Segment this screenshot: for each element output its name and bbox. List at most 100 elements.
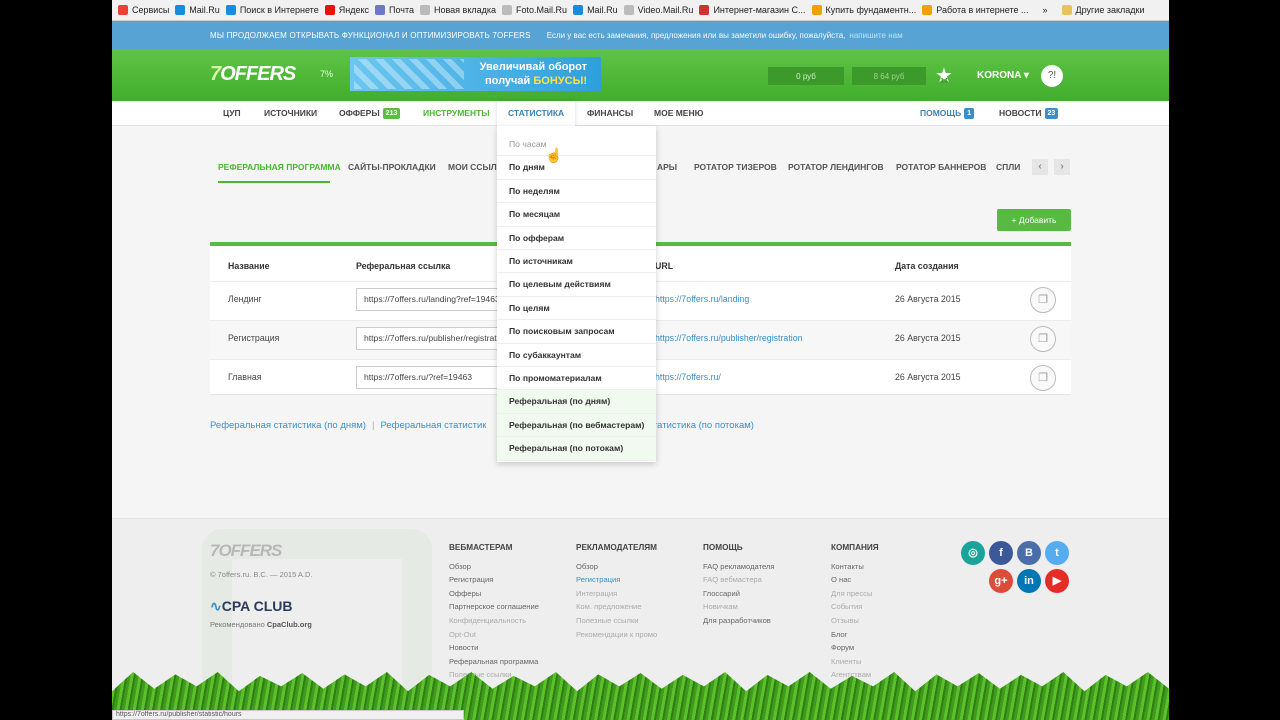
add-button[interactable]: + Добавить bbox=[997, 209, 1071, 231]
notice-link[interactable]: напишите нам bbox=[849, 31, 902, 40]
tab-my-links[interactable]: МОИ ССЫЛК bbox=[448, 162, 502, 172]
footer-link[interactable]: Блог bbox=[831, 628, 879, 642]
bookmark-item[interactable]: Новая вкладка bbox=[419, 5, 496, 15]
cpaclub-logo[interactable]: ∿CPA CLUB bbox=[210, 598, 293, 615]
copy-icon[interactable]: ❐ bbox=[1030, 287, 1056, 313]
linkedin-icon[interactable]: in bbox=[1017, 569, 1041, 593]
footer-link[interactable]: Клиенты bbox=[831, 655, 879, 669]
referral-link-field[interactable]: https://7offers.ru/publisher/registratio… bbox=[356, 327, 506, 350]
stat-menu-item[interactable]: По поисковым запросам bbox=[497, 320, 656, 344]
nav-item-tools[interactable]: ИНСТРУМЕНТЫ bbox=[423, 101, 490, 126]
nav-item-finance[interactable]: ФИНАНСЫ bbox=[587, 101, 633, 126]
bookmark-item[interactable]: Video.Mail.Ru bbox=[623, 5, 693, 15]
footer-link[interactable]: FAQ вебмастера bbox=[703, 573, 774, 587]
bookmarks-more-icon[interactable]: » bbox=[1043, 5, 1048, 15]
user-menu[interactable]: KORONA ▾ bbox=[977, 70, 1029, 81]
footer-link[interactable]: Реферальная программа bbox=[449, 655, 539, 669]
stat-menu-item[interactable]: По субаккаунтам bbox=[497, 344, 656, 367]
tab-banner-rotator[interactable]: РОТАТОР БАННЕРОВ bbox=[896, 162, 986, 172]
footer-link[interactable]: Opt-Out bbox=[449, 628, 539, 642]
tab-partial[interactable]: АРЫ bbox=[657, 162, 677, 172]
footer-link[interactable]: Обзор bbox=[576, 560, 657, 574]
stat-menu-item[interactable]: По дням bbox=[497, 156, 656, 180]
footer-link[interactable]: О нас bbox=[831, 573, 879, 587]
tab-landing-sites[interactable]: САЙТЫ-ПРОКЛАДКИ bbox=[348, 162, 436, 172]
footer-link[interactable]: Для прессы bbox=[831, 587, 879, 601]
stat-menu-item[interactable]: По офферам bbox=[497, 227, 656, 250]
footer-link[interactable]: Обзор bbox=[449, 560, 539, 574]
footer-link[interactable]: Новичкам bbox=[703, 600, 774, 614]
nav-item-my-menu[interactable]: МОЕ МЕНЮ bbox=[654, 101, 703, 126]
site-logo[interactable]: 7OFFERS bbox=[210, 63, 296, 86]
avatar[interactable]: ?! bbox=[1041, 65, 1063, 87]
tabs-prev-icon[interactable]: ‹ bbox=[1032, 159, 1048, 175]
footer-link[interactable]: Регистрация bbox=[449, 573, 539, 587]
footer-link[interactable]: Контакты bbox=[831, 560, 879, 574]
tab-teaser-rotator[interactable]: РОТАТОР ТИЗЕРОВ bbox=[694, 162, 777, 172]
footer-link[interactable]: Для разработчиков bbox=[703, 614, 774, 628]
nav-item-cup[interactable]: ЦУП bbox=[223, 101, 241, 126]
stat-menu-item[interactable]: По целевым действиям bbox=[497, 273, 656, 297]
tab-landing-rotator[interactable]: РОТАТОР ЛЕНДИНГОВ bbox=[788, 162, 884, 172]
balance-main[interactable]: 0 руб bbox=[768, 67, 844, 85]
vk-icon[interactable]: B bbox=[1017, 541, 1041, 565]
footer-link[interactable]: Конфиденциальность bbox=[449, 614, 539, 628]
footer-link[interactable]: Офферы bbox=[449, 587, 539, 601]
tabs-next-icon[interactable]: › bbox=[1054, 159, 1070, 175]
stat-menu-item[interactable]: По источникам bbox=[497, 250, 656, 274]
ref-stat-days-link[interactable]: Реферальная статистика (по дням) bbox=[210, 420, 366, 431]
nav-item-offers[interactable]: ОФФЕРЫ 213 bbox=[339, 101, 401, 126]
copy-icon[interactable]: ❐ bbox=[1030, 365, 1056, 391]
footer-link[interactable]: Партнерское соглашение bbox=[449, 600, 539, 614]
nav-item-sources[interactable]: ИСТОЧНИКИ bbox=[264, 101, 317, 126]
bonus-banner[interactable]: Увеличивай оборот получай БОНУСЫ! bbox=[350, 57, 601, 91]
footer-link[interactable]: Полезные ссылки bbox=[576, 614, 657, 628]
footer-logo[interactable]: 7OFFERS bbox=[210, 541, 282, 561]
footer-link[interactable]: Глоссарий bbox=[703, 587, 774, 601]
bookmark-item[interactable]: Foto.Mail.Ru bbox=[502, 5, 567, 15]
bookmark-item[interactable]: Работа в интернете ... bbox=[922, 5, 1029, 15]
row-url-link[interactable]: https://7offers.ru/ bbox=[655, 372, 721, 382]
ref-stat-webmasters-link[interactable]: Реферальная статистик bbox=[380, 420, 486, 431]
copy-icon[interactable]: ❐ bbox=[1030, 326, 1056, 352]
bookmark-item[interactable]: Купить фундаментн... bbox=[811, 5, 916, 15]
twitter-icon[interactable]: t bbox=[1045, 541, 1069, 565]
bookmark-item[interactable]: Mail.Ru bbox=[573, 5, 618, 15]
footer-link[interactable]: Новости bbox=[449, 641, 539, 655]
balance-hold[interactable]: 8 64 руб bbox=[852, 67, 926, 85]
youtube-icon[interactable]: ▶ bbox=[1045, 569, 1069, 593]
nav-item-statistics[interactable]: СТАТИСТИКА bbox=[497, 101, 576, 126]
row-url-link[interactable]: https://7offers.ru/publisher/registratio… bbox=[655, 333, 803, 343]
bookmark-item[interactable]: Сервисы bbox=[118, 5, 169, 15]
stat-menu-item[interactable]: По промоматериалам bbox=[497, 367, 656, 391]
footer-link[interactable]: Рекомендации к промо bbox=[576, 628, 657, 642]
instagram-icon[interactable]: ◎ bbox=[961, 541, 985, 565]
nav-item-news[interactable]: НОВОСТИ 23 bbox=[999, 101, 1059, 126]
google-plus-icon[interactable]: g+ bbox=[989, 569, 1013, 593]
facebook-icon[interactable]: f bbox=[989, 541, 1013, 565]
bookmark-item[interactable]: Яндекс bbox=[324, 5, 369, 15]
footer-link[interactable]: Интеграция bbox=[576, 587, 657, 601]
referral-link-field[interactable]: https://7offers.ru/?ref=19463 bbox=[356, 366, 506, 389]
tab-referral-program[interactable]: РЕФЕРАЛЬНАЯ ПРОГРАММА bbox=[218, 162, 341, 172]
row-url-link[interactable]: https://7offers.ru/landing bbox=[655, 294, 749, 304]
nav-item-help[interactable]: ПОМОЩЬ 1 bbox=[920, 101, 975, 126]
footer-link[interactable]: Ком. предложение bbox=[576, 600, 657, 614]
bookmark-item[interactable]: Mail.Ru bbox=[175, 5, 220, 15]
footer-link[interactable]: События bbox=[831, 600, 879, 614]
footer-link[interactable]: Регистрация bbox=[576, 573, 657, 587]
bookmark-item[interactable]: Интернет-магазин С... bbox=[699, 5, 806, 15]
footer-link[interactable]: Отзывы bbox=[831, 614, 879, 628]
stat-menu-item[interactable]: Реферальная (по дням) bbox=[497, 390, 656, 414]
stat-menu-item[interactable]: Реферальная (по потокам) bbox=[497, 437, 656, 461]
bookmark-item[interactable]: Поиск в Интернете bbox=[225, 5, 319, 15]
tab-split[interactable]: СПЛИ bbox=[996, 162, 1020, 172]
footer-link[interactable]: FAQ рекламодателя bbox=[703, 560, 774, 574]
stat-menu-item[interactable]: По месяцам bbox=[497, 203, 656, 227]
stat-menu-item[interactable]: Реферальная (по вебмастерам) bbox=[497, 413, 656, 438]
bookmark-item[interactable]: Почта bbox=[374, 5, 414, 15]
ref-stat-streams-link[interactable]: я статистика (по потокам) bbox=[640, 420, 754, 431]
stat-menu-item[interactable]: По целям bbox=[497, 297, 656, 321]
other-bookmarks[interactable]: Другие закладки bbox=[1061, 5, 1144, 15]
stat-menu-item[interactable]: По неделям bbox=[497, 180, 656, 204]
